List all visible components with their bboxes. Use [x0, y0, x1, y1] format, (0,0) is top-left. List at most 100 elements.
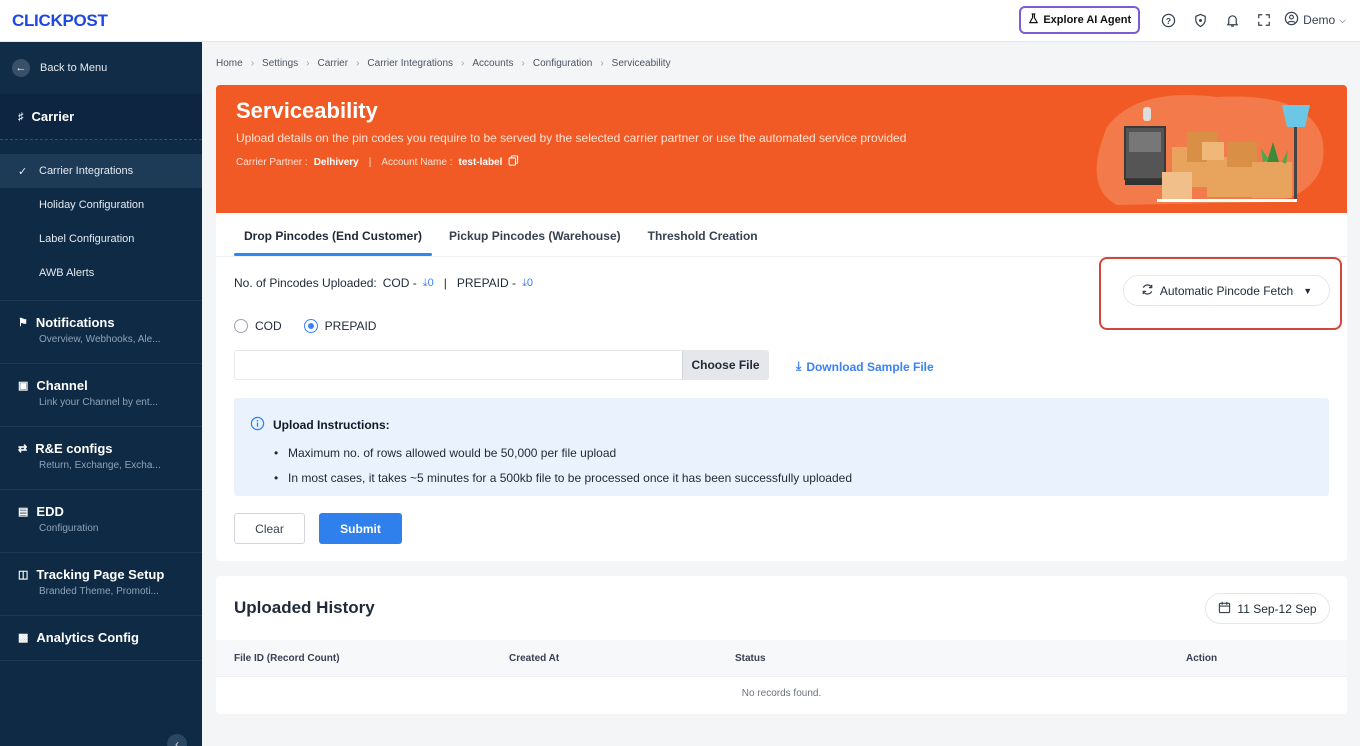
sidebar-section-carrier[interactable]: ♯ Carrier: [0, 94, 202, 140]
radio-cod[interactable]: COD: [234, 319, 282, 333]
sidebar-item-holiday-configuration[interactable]: Holiday Configuration: [0, 188, 202, 222]
automatic-pincode-fetch-dropdown[interactable]: Automatic Pincode Fetch ▼: [1123, 275, 1330, 306]
bell-icon[interactable]: [1216, 6, 1248, 34]
swap-arrows-icon: ⇄: [18, 443, 28, 455]
sidebar-item-carrier-integrations[interactable]: ✓ Carrier Integrations: [0, 154, 202, 188]
pincode-count-label: No. of Pincodes Uploaded:: [234, 276, 377, 290]
arrow-left-icon: ←: [12, 59, 30, 77]
layout-icon: ◫: [18, 569, 29, 581]
history-table-header: File ID (Record Count) Created At Status…: [216, 640, 1347, 677]
radio-button[interactable]: [234, 319, 248, 333]
download-sample-file-link[interactable]: ⤓ Download Sample File: [796, 359, 934, 374]
choose-file-button[interactable]: Choose File: [682, 351, 768, 379]
refresh-icon: [1141, 283, 1154, 299]
svg-text:?: ?: [1166, 15, 1171, 25]
back-to-menu-label: Back to Menu: [40, 62, 108, 74]
file-input[interactable]: Choose File: [234, 350, 769, 380]
uploaded-history-card: Uploaded History 11 Sep-12 Sep File ID (…: [216, 576, 1347, 714]
caret-down-icon: ▼: [1303, 285, 1313, 296]
shield-icon[interactable]: [1184, 6, 1216, 34]
top-bar: CLICKPOST Explore AI Agent ? Demo ⌵: [0, 0, 1360, 42]
sidebar-item-channel[interactable]: ▣ Channel Link your Channel by ent...: [0, 363, 202, 426]
calendar-icon: [1218, 601, 1231, 617]
carrier-partner-label: Carrier Partner :: [236, 156, 308, 168]
tab-drop-pincodes[interactable]: Drop Pincodes (End Customer): [234, 213, 433, 256]
explore-ai-agent-button[interactable]: Explore AI Agent: [1019, 6, 1141, 34]
tab-pickup-pincodes[interactable]: Pickup Pincodes (Warehouse): [439, 213, 631, 256]
chevron-down-icon: ⌵: [1339, 14, 1346, 25]
nav-title: EDD: [36, 504, 64, 519]
copy-icon[interactable]: [508, 155, 519, 169]
sidebar-item-re-configs[interactable]: ⇄ R&E configs Return, Exchange, Excha...: [0, 426, 202, 489]
column-header: Action: [1186, 653, 1218, 664]
breadcrumb-carrier-integrations[interactable]: Carrier Integrations: [367, 58, 453, 69]
info-icon: [250, 416, 265, 434]
sidebar-item-label: Label Configuration: [39, 233, 135, 245]
megaphone-icon: ⚑: [18, 317, 28, 329]
explore-ai-agent-label: Explore AI Agent: [1043, 14, 1132, 26]
date-range-label: 11 Sep-12 Sep: [1237, 601, 1317, 616]
cod-download-link[interactable]: ⤓0: [423, 277, 434, 290]
submit-button[interactable]: Submit: [319, 513, 402, 544]
column-header: File ID (Record Count): [234, 653, 340, 664]
automatic-fetch-label: Automatic Pincode Fetch: [1159, 283, 1294, 298]
back-to-menu-button[interactable]: ← Back to Menu: [0, 42, 202, 94]
cod-count: 0: [427, 276, 434, 289]
tab-threshold-creation[interactable]: Threshold Creation: [638, 213, 768, 256]
radio-prepaid[interactable]: PREPAID: [303, 319, 377, 333]
sidebar: ← Back to Menu ♯ Carrier ✓ Carrier Integ…: [0, 42, 202, 746]
instructions-list: Maximum no. of rows allowed would be 50,…: [274, 441, 852, 491]
pincode-tabs: Drop Pincodes (End Customer) Pickup Pinc…: [216, 213, 1347, 257]
breadcrumb-home[interactable]: Home: [216, 58, 243, 69]
sidebar-item-analytics-config[interactable]: ▩ Analytics Config: [0, 615, 202, 661]
breadcrumb-configuration[interactable]: Configuration: [533, 58, 592, 69]
breadcrumb-accounts[interactable]: Accounts: [472, 58, 513, 69]
sidebar-item-tracking-page-setup[interactable]: ◫ Tracking Page Setup Branded Theme, Prom…: [0, 552, 202, 615]
nav-title: R&E configs: [35, 441, 113, 456]
check-icon: ✓: [18, 165, 28, 178]
page-title: Serviceability: [236, 98, 378, 123]
sidebar-item-label-configuration[interactable]: Label Configuration: [0, 222, 202, 256]
account-name-value: test-label: [458, 156, 503, 168]
sidebar-item-label: Carrier Integrations: [39, 165, 134, 177]
instructions-heading: Upload Instructions:: [250, 416, 390, 434]
pincode-count: No. of Pincodes Uploaded: COD - ⤓0 | PRE…: [234, 276, 534, 290]
page-description: Upload details on the pin codes you requ…: [236, 131, 907, 145]
top-actions: Explore AI Agent ? Demo ⌵: [1019, 6, 1346, 34]
help-icon[interactable]: ?: [1152, 6, 1184, 34]
breadcrumb-carrier[interactable]: Carrier: [318, 58, 349, 69]
instructions-title: Upload Instructions:: [273, 418, 390, 432]
moving-boxes-illustration: [1096, 95, 1324, 205]
date-range-picker[interactable]: 11 Sep-12 Sep: [1205, 593, 1330, 624]
nav-subtitle: Configuration: [39, 523, 99, 534]
sidebar-item-awb-alerts[interactable]: AWB Alerts: [0, 256, 202, 290]
sidebar-item-label: AWB Alerts: [39, 267, 95, 279]
page-banner: Serviceability Upload details on the pin…: [216, 85, 1347, 213]
clickpost-logo[interactable]: CLICKPOST: [12, 11, 108, 31]
sidebar-item-edd[interactable]: ▤ EDD Configuration: [0, 489, 202, 552]
prepaid-download-link[interactable]: ⤓0: [522, 277, 533, 290]
nav-subtitle: Branded Theme, Promoti...: [39, 586, 159, 597]
clear-button[interactable]: Clear: [234, 513, 305, 544]
nav-title: Notifications: [35, 315, 115, 330]
user-name: Demo: [1303, 13, 1336, 27]
radio-button[interactable]: [303, 319, 318, 333]
column-header: Created At: [509, 653, 560, 664]
main-content: Home › Settings › Carrier › Carrier Integra…: [202, 42, 1360, 746]
fullscreen-icon[interactable]: [1248, 6, 1280, 34]
carrier-partner-value: Delhivery: [313, 156, 359, 168]
upload-instructions: Upload Instructions: Maximum no. of rows…: [234, 398, 1329, 496]
carrier-icon: ♯: [18, 110, 24, 123]
automatic-fetch-highlight: Automatic Pincode Fetch ▼: [1099, 257, 1342, 330]
collapse-sidebar-button[interactable]: ‹: [167, 734, 187, 746]
nav-subtitle: Link your Channel by ent...: [39, 397, 158, 408]
breadcrumb-settings[interactable]: Settings: [262, 58, 298, 69]
banner-meta: Carrier Partner : Delhivery | Account Na…: [236, 155, 519, 169]
upload-card: Drop Pincodes (End Customer) Pickup Pinc…: [216, 213, 1347, 561]
user-menu[interactable]: Demo ⌵: [1284, 11, 1346, 29]
sidebar-item-notifications[interactable]: ⚑ Notifications Overview, Webhooks, Ale..…: [0, 300, 202, 363]
prepaid-count: 0: [526, 276, 534, 289]
account-name-label: Account Name :: [381, 156, 453, 168]
radio-label: PREPAID: [324, 319, 377, 333]
nav-subtitle: Return, Exchange, Excha...: [39, 460, 161, 471]
